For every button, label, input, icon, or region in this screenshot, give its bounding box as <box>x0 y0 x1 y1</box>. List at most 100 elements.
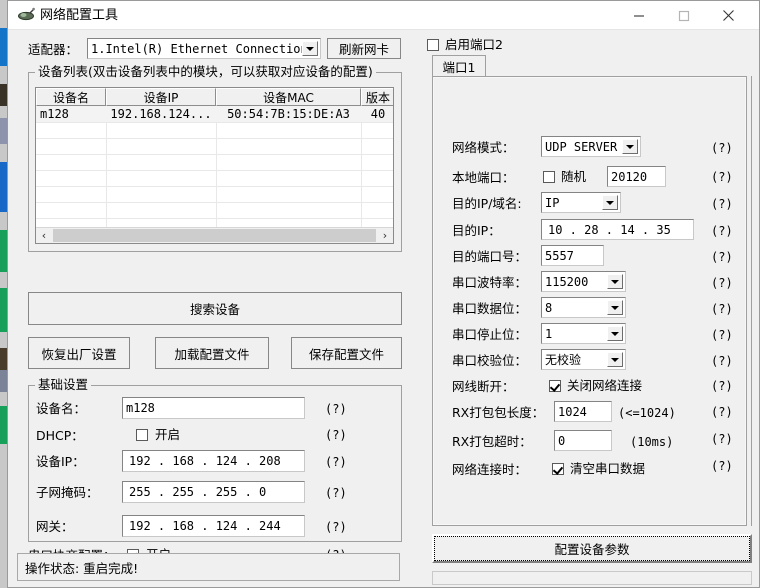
baud-label: 串口波特率： <box>452 275 528 290</box>
cable-disconnect-help[interactable]: (?) <box>711 379 733 393</box>
on-connect-checkbox-label[interactable]: 清空串口数据 <box>570 461 645 477</box>
taskbar-icon-14 <box>0 370 7 392</box>
net-mode-combo[interactable]: UDP SERVER <box>541 136 641 157</box>
rx-pack-timeout-hint: (10ms) <box>630 435 674 449</box>
column-header-version[interactable]: 版本 <box>361 88 393 106</box>
taskbar-icon-6 <box>0 144 7 162</box>
local-port-random-label[interactable]: 随机 <box>561 169 586 185</box>
device-ip-label: 设备IP： <box>36 454 85 469</box>
status-text: 操作状态: 重启完成! <box>25 560 139 576</box>
column-header-ip-label: 设备IP <box>143 90 179 105</box>
databits-label: 串口数据位： <box>452 301 528 316</box>
table-row[interactable]: m128 192.168.124... 50:54:7B:15:DE:A3 40 <box>36 106 393 122</box>
dhcp-label: DHCP： <box>36 428 84 443</box>
tab-port1[interactable]: 端口1 <box>432 55 486 77</box>
column-header-name[interactable]: 设备名 <box>36 88 106 106</box>
scroll-right-icon[interactable]: › <box>377 228 393 243</box>
parity-value: 无校验 <box>545 353 582 367</box>
apply-config-button[interactable]: 配置设备参数 <box>432 534 752 563</box>
enable-port2-checkbox[interactable] <box>427 39 439 51</box>
device-name-label: 设备名： <box>36 401 87 416</box>
desktop-taskbar-sliver <box>0 0 7 588</box>
hscrollbar-thumb[interactable] <box>53 229 376 242</box>
device-list-hscrollbar[interactable]: ‹ › <box>36 227 393 243</box>
minimize-button[interactable] <box>616 1 661 30</box>
search-device-button[interactable]: 搜索设备 <box>28 292 402 325</box>
maximize-button[interactable] <box>661 1 706 30</box>
rx-pack-timeout-help[interactable]: (?) <box>711 432 733 446</box>
chevron-down-icon[interactable] <box>602 195 618 210</box>
taskbar-icon-4 <box>0 106 7 118</box>
stopbits-combo[interactable]: 1 <box>541 323 626 344</box>
load-config-button[interactable]: 加载配置文件 <box>155 337 269 369</box>
device-name-input[interactable]: m128 <box>122 397 305 419</box>
apply-config-label: 配置设备参数 <box>554 542 630 557</box>
dest-type-help[interactable]: (?) <box>711 197 733 211</box>
bottom-right-panel <box>432 571 752 585</box>
device-ip-help[interactable]: (?) <box>325 455 347 469</box>
dhcp-checkbox-label[interactable]: 开启 <box>155 427 180 443</box>
baud-help[interactable]: (?) <box>711 276 733 290</box>
rx-pack-len-input[interactable]: 1024 <box>554 401 612 422</box>
dest-port-label: 目的端口号： <box>452 249 528 264</box>
chevron-down-icon[interactable] <box>302 41 318 56</box>
device-ip-value: 192 . 168 . 124 . 208 <box>129 454 281 468</box>
cable-disconnect-checkbox-label[interactable]: 关闭网络连接 <box>567 378 642 394</box>
on-connect-help[interactable]: (?) <box>711 459 733 473</box>
rx-pack-timeout-input[interactable]: 0 <box>554 430 612 451</box>
column-header-name-label: 设备名 <box>52 90 89 105</box>
stopbits-help[interactable]: (?) <box>711 328 733 342</box>
scroll-left-icon[interactable]: ‹ <box>36 228 52 243</box>
databits-value: 8 <box>545 300 553 315</box>
chevron-down-icon[interactable] <box>607 326 623 341</box>
dest-port-input[interactable]: 5557 <box>541 245 604 266</box>
dest-ip-label: 目的IP： <box>452 223 501 238</box>
rx-pack-len-value: 1024 <box>558 404 587 419</box>
dhcp-checkbox[interactable] <box>136 429 148 441</box>
dest-type-combo[interactable]: IP <box>541 192 621 213</box>
parity-help[interactable]: (?) <box>711 354 733 368</box>
search-device-label: 搜索设备 <box>189 302 240 317</box>
column-header-mac[interactable]: 设备MAC <box>216 88 361 106</box>
device-name-help[interactable]: (?) <box>325 402 347 416</box>
title-bar: 网络配置工具 <box>8 1 759 30</box>
gateway-input[interactable]: 192 . 168 . 124 . 244 <box>122 515 305 537</box>
rx-pack-len-help[interactable]: (?) <box>711 405 733 419</box>
dest-ip-input[interactable]: 10 . 28 . 14 . 35 <box>541 219 694 240</box>
local-port-random-checkbox[interactable] <box>543 171 555 183</box>
gateway-label: 网关： <box>36 519 74 534</box>
app-root: 网络配置工具 适配器： 1.Intel(R) Ethernet Connecti… <box>0 0 760 588</box>
column-header-ip[interactable]: 设备IP <box>106 88 216 106</box>
restore-factory-button[interactable]: 恢复出厂设置 <box>28 337 130 369</box>
adapter-combo[interactable]: 1.Intel(R) Ethernet Connection <box>87 38 321 59</box>
databits-help[interactable]: (?) <box>711 302 733 316</box>
save-config-button[interactable]: 保存配置文件 <box>291 337 402 369</box>
load-config-label: 加载配置文件 <box>174 346 250 362</box>
enable-port2-label[interactable]: 启用端口2 <box>445 37 503 53</box>
dest-port-help[interactable]: (?) <box>711 250 733 264</box>
stopbits-label: 串口停止位： <box>452 327 528 342</box>
chevron-down-icon[interactable] <box>607 300 623 315</box>
chevron-down-icon[interactable] <box>607 352 623 367</box>
local-port-input[interactable]: 20120 <box>607 166 666 187</box>
device-ip-input[interactable]: 192 . 168 . 124 . 208 <box>122 450 305 472</box>
device-list-view[interactable]: 设备名 设备IP 设备MAC 版本 m128 192.168.124... 50… <box>35 87 394 244</box>
on-connect-checkbox[interactable] <box>552 463 564 475</box>
subnet-mask-help[interactable]: (?) <box>325 486 347 500</box>
dest-ip-help[interactable]: (?) <box>711 224 733 238</box>
save-config-label: 保存配置文件 <box>308 346 384 362</box>
dest-type-label: 目的IP/域名: <box>452 196 522 211</box>
gateway-help[interactable]: (?) <box>325 520 347 534</box>
parity-combo[interactable]: 无校验 <box>541 349 626 370</box>
refresh-nic-button[interactable]: 刷新网卡 <box>327 38 401 59</box>
chevron-down-icon[interactable] <box>622 139 638 154</box>
subnet-mask-input[interactable]: 255 . 255 . 255 . 0 <box>122 481 305 503</box>
close-button[interactable] <box>706 1 751 30</box>
cable-disconnect-checkbox[interactable] <box>549 380 561 392</box>
baud-combo[interactable]: 115200 <box>541 271 626 292</box>
dhcp-help[interactable]: (?) <box>325 428 347 442</box>
databits-combo[interactable]: 8 <box>541 297 626 318</box>
local-port-help[interactable]: (?) <box>711 170 733 184</box>
net-mode-help[interactable]: (?) <box>711 141 733 155</box>
chevron-down-icon[interactable] <box>607 274 623 289</box>
